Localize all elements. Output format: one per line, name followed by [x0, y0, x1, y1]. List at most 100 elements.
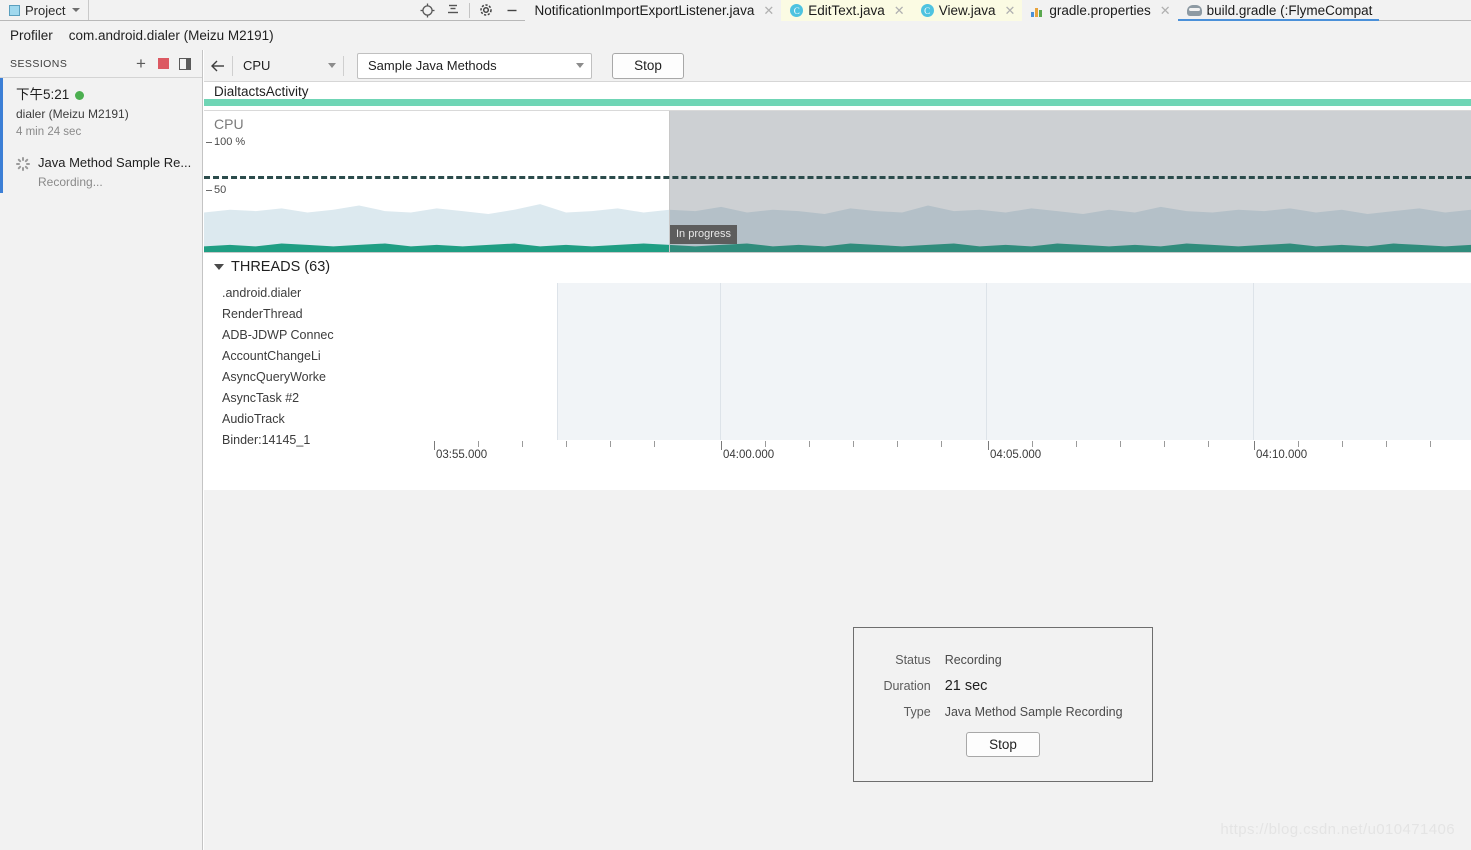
project-panel-icon [9, 4, 20, 16]
duration-value: 21 sec [944, 677, 988, 694]
timeline-axis: 03:55.000 04:00.000 04:05.000 04:10.000 … [434, 441, 1471, 466]
page-title: Profiler [10, 28, 53, 43]
thread-row-label[interactable]: AudioTrack [222, 409, 357, 430]
session-artifact-label: Java Method Sample Re... [38, 155, 192, 171]
recording-config-value: Sample Java Methods [368, 58, 497, 73]
cpu-axis-max-label: 100 % [214, 136, 246, 148]
gradle-file-icon [1186, 5, 1202, 16]
session-list-item[interactable]: 下午5:21 dialer (Meizu M2191) 4 min 24 sec [0, 78, 202, 145]
watermark-text: https://blog.csdn.net/u010471406 [1220, 821, 1455, 838]
settings-gear-icon[interactable] [473, 0, 499, 21]
project-panel-label: Project [25, 2, 66, 18]
sessions-header: SESSIONS + [0, 50, 202, 78]
profiler-toolbar: CPU Sample Java Methods Stop [204, 50, 1471, 82]
thread-row-label[interactable]: AsyncQueryWorke [222, 367, 357, 388]
chevron-down-icon [576, 63, 584, 68]
thread-row-label[interactable]: RenderThread [222, 304, 357, 325]
collapse-all-icon[interactable] [440, 0, 466, 21]
stage-select-value: CPU [243, 58, 271, 73]
recording-status-panel: Status Recording Duration 21 sec Type Ja… [853, 627, 1153, 782]
editor-top-bar: Project NotificationImportExportListener… [0, 0, 1471, 21]
editor-tab-label: View.java [938, 3, 996, 18]
session-live-indicator-icon [75, 90, 85, 100]
cpu-chart-label: CPU [214, 116, 244, 132]
editor-tabs: NotificationImportExportListener.java ✕ … [525, 0, 1471, 21]
activity-timeline: DialtactsActivity [204, 82, 1471, 110]
cpu-axis-mid-label: 50 [214, 184, 227, 196]
cpu-selection-range[interactable] [669, 111, 1471, 252]
close-icon[interactable]: ✕ [894, 4, 905, 17]
recording-config-select[interactable]: Sample Java Methods [357, 52, 592, 79]
close-icon[interactable]: ✕ [763, 4, 774, 17]
status-label: Status [895, 652, 931, 667]
axis-tick-100 [206, 142, 212, 143]
chevron-down-icon [328, 63, 336, 68]
add-session-icon[interactable]: + [130, 53, 152, 75]
session-time-row: 下午5:21 [16, 86, 202, 104]
threads-section: THREADS (63) .android.dialer RenderThrea… [204, 253, 1471, 487]
session-artifact-status: Recording... [38, 175, 103, 190]
cpu-threshold-line [204, 176, 1471, 179]
axis-tick-50 [206, 190, 212, 191]
thread-row-label[interactable]: AsyncTask #2 [222, 388, 357, 409]
editor-tab-label: NotificationImportExportListener.java [534, 3, 755, 18]
java-class-icon: C [790, 4, 804, 17]
toolbar-divider [343, 55, 344, 76]
threads-track-area[interactable] [557, 283, 1471, 440]
timeline-tick-label: 04:10.000 [1256, 449, 1308, 461]
sessions-panel: SESSIONS + 下午5:21 dialer (Meizu M2191) 4… [0, 50, 203, 850]
back-arrow-icon[interactable] [204, 51, 232, 81]
editor-tab-label: build.gradle (:FlymeCompat [1206, 3, 1373, 18]
profiler-stage: DialtactsActivity CPU 100 % 50 In progre… [204, 82, 1471, 490]
chevron-down-icon [72, 8, 81, 12]
stage-select[interactable]: CPU [233, 54, 343, 78]
target-locate-icon[interactable] [414, 0, 440, 21]
status-value: Recording [944, 652, 1002, 667]
type-value: Java Method Sample Recording [944, 704, 1123, 719]
chevron-down-icon[interactable] [214, 264, 224, 270]
threads-header[interactable]: THREADS (63) [204, 253, 1471, 279]
toggle-sessions-panel-icon[interactable] [174, 53, 196, 75]
activity-name: DialtactsActivity [214, 84, 309, 99]
editor-tab-label: EditText.java [808, 3, 885, 18]
project-panel-button[interactable]: Project [0, 0, 90, 20]
panel-stop-button[interactable]: Stop [966, 731, 1040, 757]
thread-row-label[interactable]: Binder:14145_1 [222, 430, 357, 451]
close-icon[interactable]: ✕ [1160, 4, 1171, 17]
thread-row-label[interactable]: AccountChangeLi [222, 346, 357, 367]
toolbar-divider [469, 2, 471, 18]
editor-tab-edittext[interactable]: C EditText.java ✕ [781, 0, 912, 21]
duration-label: Duration [883, 678, 931, 693]
editor-tab-build-gradle[interactable]: build.gradle (:FlymeCompat [1177, 0, 1380, 21]
threads-title: THREADS (63) [231, 259, 331, 275]
session-time: 下午5:21 [16, 87, 70, 102]
editor-tab-label: gradle.properties [1049, 3, 1151, 18]
cpu-usage-chart[interactable]: CPU 100 % 50 In progress [204, 110, 1471, 253]
editor-tool-icons [89, 0, 525, 20]
editor-tab-gradle-properties[interactable]: gradle.properties ✕ [1022, 0, 1178, 21]
recording-details-area: Status Recording Duration 21 sec Type Ja… [204, 490, 1471, 850]
activity-lifecycle-bar [204, 99, 1471, 106]
stop-session-icon[interactable] [152, 53, 174, 75]
editor-tab-notification-import-export-listener[interactable]: NotificationImportExportListener.java ✕ [525, 0, 782, 21]
timeline-tick-label: 04:05.000 [990, 449, 1042, 461]
thread-row-label[interactable]: .android.dialer [222, 283, 357, 304]
close-icon[interactable]: ✕ [1004, 4, 1015, 17]
type-label: Type [903, 704, 931, 719]
profiler-header: Profiler com.android.dialer (Meizu M2191… [0, 21, 1471, 50]
thread-name-list: .android.dialer RenderThread ADB-JDWP Co… [222, 283, 357, 451]
timeline-tick-label: 03:55.000 [436, 449, 488, 461]
timeline-tick-label: 04:00.000 [723, 449, 775, 461]
stop-recording-button[interactable]: Stop [612, 52, 684, 79]
minimize-icon[interactable] [499, 0, 525, 21]
editor-tab-view[interactable]: C View.java ✕ [911, 0, 1023, 21]
session-device: dialer (Meizu M2191) [16, 107, 129, 122]
loading-spinner-icon [16, 157, 30, 172]
thread-row-label[interactable]: ADB-JDWP Connec [222, 325, 357, 346]
profiler-process-name: com.android.dialer (Meizu M2191) [68, 28, 274, 43]
session-artifact-item[interactable]: Java Method Sample Re... [0, 134, 202, 194]
sessions-title: SESSIONS [10, 57, 68, 70]
java-class-icon: C [920, 4, 934, 17]
in-progress-badge: In progress [670, 225, 738, 244]
session-duration: 4 min 24 sec [16, 126, 82, 139]
